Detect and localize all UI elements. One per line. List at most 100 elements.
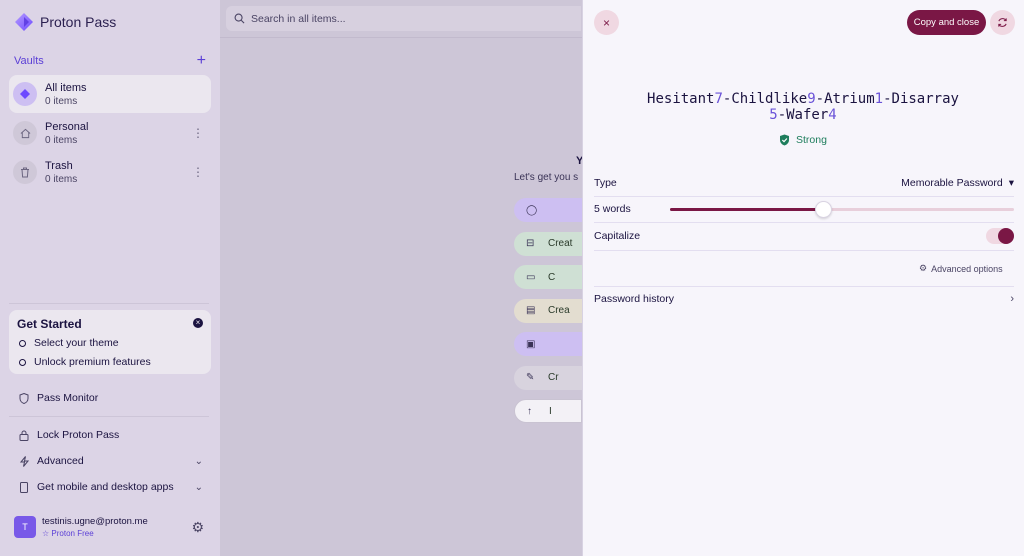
vault-count: 0 items xyxy=(45,173,78,185)
caret-down-icon: ▾ xyxy=(1008,177,1014,189)
regenerate-button[interactable] xyxy=(990,10,1015,35)
menu-item-label: Pass Monitor xyxy=(37,392,99,404)
password-digit: 4 xyxy=(828,107,837,123)
close-icon: × xyxy=(602,15,610,30)
words-slider[interactable] xyxy=(670,201,1014,218)
vaults-title: Vaults xyxy=(14,55,44,67)
create-item-button[interactable]: ⊟ Creat xyxy=(514,231,582,256)
shield-check-icon xyxy=(780,134,789,146)
create-item-button[interactable]: ▤ Crea xyxy=(514,298,582,323)
trash-icon xyxy=(13,160,37,184)
get-started-item[interactable]: Unlock premium features xyxy=(19,356,151,368)
get-started-title: Get Started xyxy=(17,317,82,331)
search-input[interactable] xyxy=(251,12,571,25)
brand[interactable]: Proton Pass xyxy=(14,12,116,32)
menu-item-get-apps[interactable]: Get mobile and desktop apps ⌄ xyxy=(19,481,203,493)
divider xyxy=(220,37,582,38)
item-list-area: Y Let's get you s ◯⊟Creat▭C▤Crea▣✎Cr↑I xyxy=(220,0,583,556)
menu-item-advanced[interactable]: Advanced ⌄ xyxy=(19,455,203,467)
divider xyxy=(594,222,1014,223)
circle-icon xyxy=(19,358,26,366)
refresh-icon xyxy=(998,18,1007,27)
strength-label: Strong xyxy=(796,134,827,146)
vault-name: Personal xyxy=(45,120,89,133)
create-item-button[interactable]: ◯ xyxy=(514,198,582,222)
words-label: 5 words xyxy=(594,203,631,215)
close-icon[interactable]: × xyxy=(193,318,203,328)
divider xyxy=(594,196,1014,197)
brand-name: Proton Pass xyxy=(40,14,117,30)
advanced-options-button[interactable]: ⚙ Advanced options xyxy=(919,263,1003,274)
advanced-options-label: Advanced options xyxy=(931,263,1003,274)
empty-state-subtitle: Let's get you s xyxy=(514,172,579,183)
create-item-button[interactable]: ▭ C xyxy=(514,265,582,289)
kebab-menu-icon[interactable]: ⋮ xyxy=(191,165,205,179)
vault-item-trash[interactable]: Trash 0 items ⋮ xyxy=(9,153,211,191)
diamond-icon xyxy=(13,82,37,106)
create-item-button[interactable]: ✎ Cr xyxy=(514,365,582,390)
type-row: Type Memorable Password ▾ xyxy=(594,177,1014,189)
account[interactable]: T testinis.ugne@proton.me ☆ Proton Free … xyxy=(14,516,204,538)
password-word: -Atrium xyxy=(815,91,875,107)
search-bar[interactable] xyxy=(226,6,581,31)
slider-fill xyxy=(670,208,824,211)
account-plan-label: Proton Free xyxy=(51,529,94,538)
password-history-label: Password history xyxy=(594,293,674,305)
chevron-down-icon: ⌄ xyxy=(194,481,203,493)
lock-icon xyxy=(19,430,29,441)
card-icon: ▭ xyxy=(526,271,536,283)
create-item-label: Creat xyxy=(548,238,573,249)
menu-item-label: Advanced xyxy=(37,455,84,467)
divider xyxy=(9,303,209,304)
add-vault-plus-icon[interactable]: + xyxy=(197,53,206,69)
circle-icon xyxy=(19,339,26,347)
home-icon xyxy=(13,121,37,145)
bolt-icon xyxy=(19,455,29,467)
capitalize-label: Capitalize xyxy=(594,230,641,242)
get-started-item[interactable]: Select your theme xyxy=(19,337,119,349)
password-word: -Childlike xyxy=(722,91,808,107)
close-button[interactable]: × xyxy=(594,10,619,35)
generated-password[interactable]: Hesitant7-Childlike9-Atrium1-Disarray 5-W… xyxy=(643,91,963,123)
toggle-knob xyxy=(998,228,1014,244)
menu-item-lock[interactable]: Lock Proton Pass xyxy=(19,429,203,441)
password-word: Hesitant xyxy=(647,91,715,107)
car-icon: ⊟ xyxy=(526,238,535,249)
divider xyxy=(594,250,1014,251)
password-digit: 5 xyxy=(769,107,778,123)
proton-pass-logo-icon xyxy=(14,12,34,32)
create-item-label: Crea xyxy=(548,305,570,316)
password-history-row[interactable]: Password history › xyxy=(594,293,1014,305)
type-select[interactable]: Memorable Password ▾ xyxy=(901,177,1014,189)
capitalize-toggle[interactable] xyxy=(986,228,1014,244)
chevron-down-icon: ⌄ xyxy=(194,455,203,467)
create-item-label: Cr xyxy=(548,372,559,383)
note-icon: ▤ xyxy=(526,305,536,316)
create-item-button[interactable]: ▣ xyxy=(514,332,582,356)
menu-item-pass-monitor[interactable]: Pass Monitor xyxy=(19,392,203,404)
upload-icon: ↑ xyxy=(527,405,532,417)
copy-and-close-button[interactable]: Copy and close xyxy=(907,10,986,35)
create-item-label: C xyxy=(548,271,556,283)
avatar: T xyxy=(14,516,36,538)
menu-item-label: Get mobile and desktop apps xyxy=(37,481,174,493)
search-icon xyxy=(234,13,245,24)
slider-thumb[interactable] xyxy=(815,201,833,218)
create-item-button[interactable]: ↑ I xyxy=(514,399,582,423)
kebab-menu-icon[interactable]: ⋮ xyxy=(191,126,205,140)
type-label: Type xyxy=(594,177,617,189)
capitalize-row: Capitalize xyxy=(594,230,794,242)
create-item-label: I xyxy=(549,405,552,417)
password-word: -Disarray xyxy=(883,91,959,107)
vault-count: 0 items xyxy=(45,95,78,107)
vault-item-all-items[interactable]: All items 0 items xyxy=(9,75,211,113)
id-card-icon: ▣ xyxy=(526,338,536,350)
words-row: 5 words xyxy=(594,203,664,215)
gear-icon[interactable]: ⚙ xyxy=(191,519,204,536)
vault-name: Trash xyxy=(45,159,73,172)
get-started-card: Get Started × Select your theme Unlock p… xyxy=(9,310,211,374)
vault-count: 0 items xyxy=(45,134,78,146)
account-email: testinis.ugne@proton.me xyxy=(42,516,148,527)
vault-item-personal[interactable]: Personal 0 items ⋮ xyxy=(9,114,211,152)
wrench-icon: ✎ xyxy=(526,372,535,383)
